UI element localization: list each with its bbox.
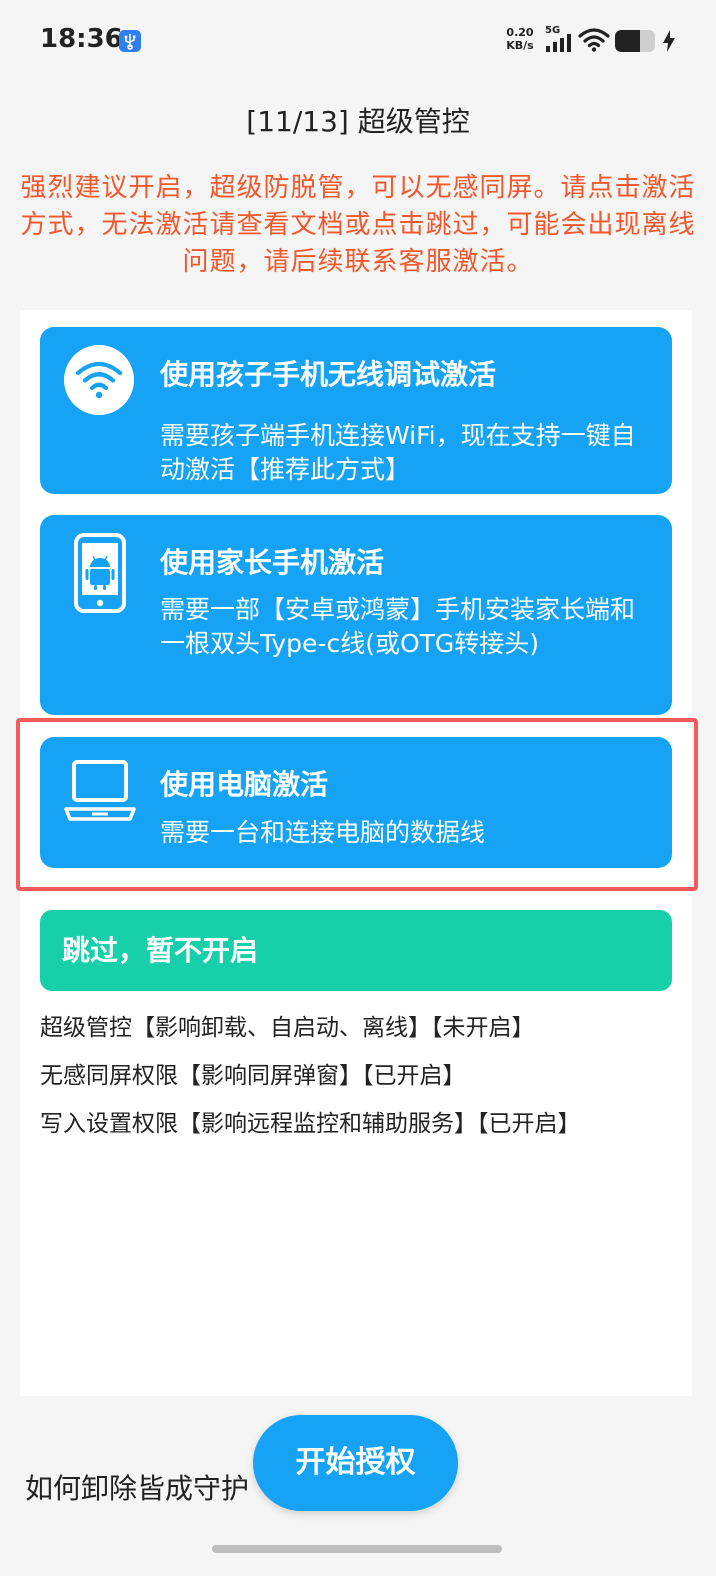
charging-icon [663,30,675,52]
status-time: 18:36 [40,24,123,54]
battery-level [615,30,640,52]
wireless-debug-activation-button[interactable]: 使用孩子手机无线调试激活 需要孩子端手机连接WiFi，现在支持一键自动激活【推荐… [40,327,672,494]
screen: 18:36 0.20 KB/s 5G [11/13] 超级管控 强烈建议开启，超… [0,0,716,1576]
page-title: [11/13] 超级管控 [246,105,470,138]
uninstall-guide-link[interactable]: 如何卸除皆成守护 [25,1467,249,1507]
status-bar: 18:36 0.20 KB/s 5G [0,0,716,80]
permission-status-list: 超级管控【影响卸载、自启动、离线】【未开启】 无感同屏权限【影响同屏弹窗】【已开… [40,1004,680,1148]
usb-icon [119,30,141,52]
skip-button[interactable]: 跳过，暂不开启 [40,910,672,991]
option-description: 需要一部【安卓或鸿蒙】手机安装家长端和一根双头Type-c线(或OTG转接头) [160,595,636,658]
option-title: 使用家长手机激活 [160,546,385,579]
parent-phone-activation-button[interactable]: 使用家长手机激活 需要一部【安卓或鸿蒙】手机安装家长端和一根双头Type-c线(… [40,515,672,715]
network-speed: 0.20 KB/s [503,26,537,52]
signal-icon [546,34,571,52]
option-description: 需要孩子端手机连接WiFi，现在支持一键自动激活【推荐此方式】 [160,421,636,484]
highlight-frame [16,718,698,891]
home-indicator[interactable] [212,1545,502,1553]
start-authorization-button[interactable]: 开始授权 [253,1415,458,1511]
permission-status: 超级管控【影响卸载、自启动、离线】【未开启】 [40,1015,535,1041]
android-phone-icon [74,533,126,613]
network-speed-unit: KB/s [506,39,534,52]
battery-icon [615,30,655,52]
warning-text: 强烈建议开启，超级防脱管，可以无感同屏。请点击激活方式，无法激活请查看文档或点击… [20,173,696,277]
wifi-icon [578,28,610,52]
permission-status: 无感同屏权限【影响同屏弹窗】【已开启】 [40,1063,466,1089]
option-title: 使用孩子手机无线调试激活 [160,358,497,391]
permission-status: 写入设置权限【影响远程监控和辅助服务】【已开启】 [40,1111,581,1137]
wifi-icon [64,345,134,415]
network-speed-value: 0.20 [506,26,534,39]
